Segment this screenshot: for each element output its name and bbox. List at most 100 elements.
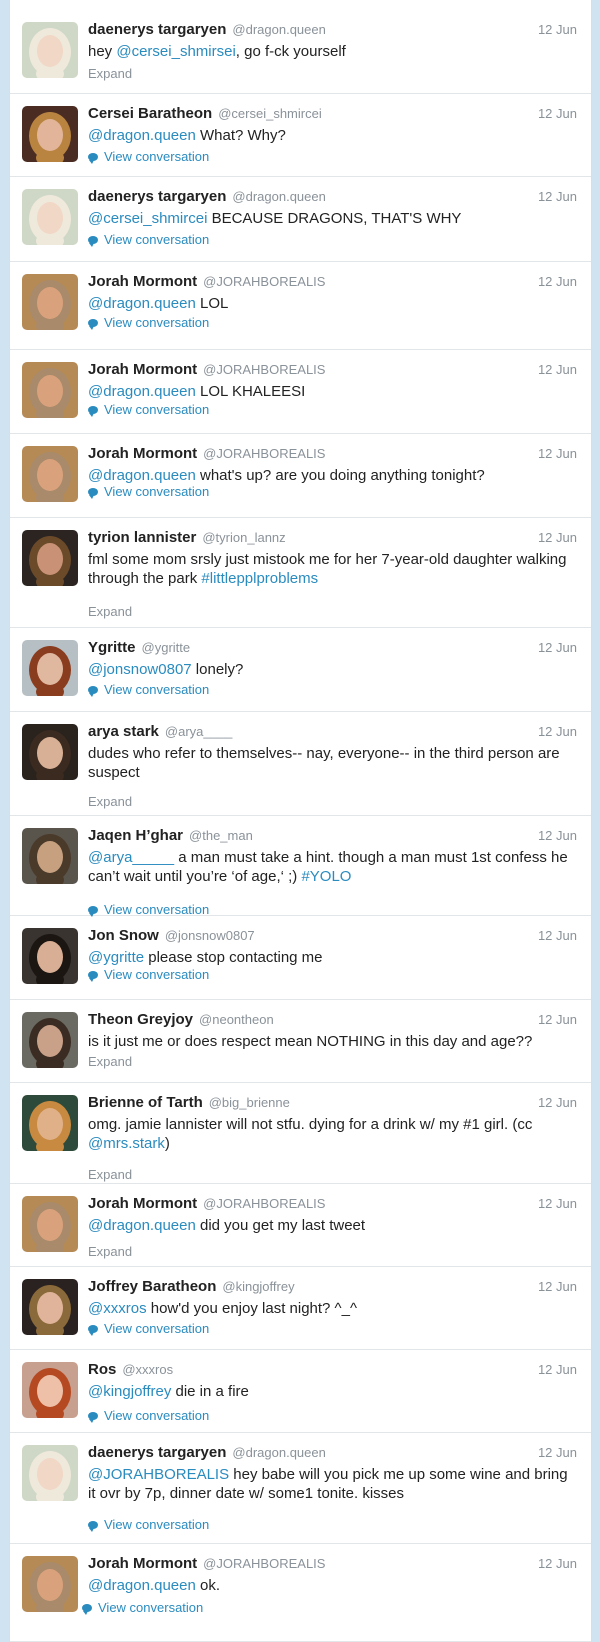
view-conversation-link[interactable]: View conversation [88,682,209,697]
avatar[interactable] [22,1012,78,1068]
avatar[interactable] [22,928,78,984]
timestamp[interactable]: 12 Jun [538,1012,577,1027]
mention-link[interactable]: @dragon.queen [88,383,196,400]
timestamp[interactable]: 12 Jun [538,362,577,377]
user-name[interactable]: daenerys targaryen [88,21,226,38]
user-handle[interactable]: @JORAHBOREALIS [203,446,325,461]
timestamp[interactable]: 12 Jun [538,724,577,739]
avatar[interactable] [22,362,78,418]
avatar[interactable] [22,1556,78,1612]
user-name[interactable]: Jorah Mormont [88,361,197,378]
timestamp[interactable]: 12 Jun [538,1196,577,1211]
user-name[interactable]: daenerys targaryen [88,1444,226,1461]
avatar[interactable] [22,106,78,162]
user-name[interactable]: Jorah Mormont [88,445,197,462]
mention-link[interactable]: #YOLO [301,868,351,885]
user-name[interactable]: Brienne of Tarth [88,1094,203,1111]
view-conversation-link[interactable]: View conversation [88,1408,209,1423]
avatar[interactable] [22,1362,78,1418]
mention-link[interactable]: @cersei_shmircei [88,210,207,227]
avatar[interactable] [22,1095,78,1151]
avatar[interactable] [22,274,78,330]
user-handle[interactable]: @JORAHBOREALIS [203,362,325,377]
view-conversation-link[interactable]: View conversation [88,1321,209,1336]
avatar[interactable] [22,189,78,245]
timestamp[interactable]: 12 Jun [538,928,577,943]
user-name[interactable]: arya stark [88,723,159,740]
user-name[interactable]: Jon Snow [88,927,159,944]
user-handle[interactable]: @dragon.queen [232,1445,325,1460]
mention-link[interactable]: @jonsnow0807 [88,661,192,678]
expand-link[interactable]: Expand [88,794,132,809]
mention-link[interactable]: #littlepplproblems [201,570,318,587]
user-name[interactable]: daenerys targaryen [88,188,226,205]
mention-link[interactable]: @dragon.queen [88,1577,196,1594]
timestamp[interactable]: 12 Jun [538,446,577,461]
mention-link[interactable]: @mrs.stark [88,1135,165,1152]
user-name[interactable]: Ros [88,1361,116,1378]
expand-link[interactable]: Expand [88,1167,132,1182]
avatar[interactable] [22,530,78,586]
avatar[interactable] [22,828,78,884]
avatar[interactable] [22,1445,78,1501]
user-handle[interactable]: @neontheon [199,1012,274,1027]
view-conversation-link[interactable]: View conversation [88,1517,209,1532]
mention-link[interactable]: @xxxros [88,1300,147,1317]
user-handle[interactable]: @dragon.queen [232,22,325,37]
avatar[interactable] [22,22,78,78]
user-handle[interactable]: @dragon.queen [232,189,325,204]
mention-link[interactable]: @dragon.queen [88,295,196,312]
timestamp[interactable]: 12 Jun [538,189,577,204]
view-conversation-link[interactable]: View conversation [88,402,209,417]
expand-link[interactable]: Expand [88,604,132,619]
user-handle[interactable]: @tyrion_lannz [202,530,285,545]
mention-link[interactable]: @dragon.queen [88,1217,196,1234]
mention-link[interactable]: @ygritte [88,949,144,966]
timestamp[interactable]: 12 Jun [538,22,577,37]
mention-link[interactable]: @arya_____ [88,849,174,866]
timestamp[interactable]: 12 Jun [538,640,577,655]
user-handle[interactable]: @JORAHBOREALIS [203,274,325,289]
user-handle[interactable]: @xxxros [122,1362,173,1377]
timestamp[interactable]: 12 Jun [538,1095,577,1110]
mention-link[interactable]: @JORAHBOREALIS [88,1466,229,1483]
avatar[interactable] [22,640,78,696]
user-handle[interactable]: @JORAHBOREALIS [203,1196,325,1211]
user-handle[interactable]: @cersei_shmircei [218,106,322,121]
user-handle[interactable]: @ygritte [142,640,191,655]
user-handle[interactable]: @jonsnow0807 [165,928,255,943]
user-name[interactable]: tyrion lannister [88,529,196,546]
user-handle[interactable]: @the_man [189,828,253,843]
user-handle[interactable]: @big_brienne [209,1095,290,1110]
view-conversation-link[interactable]: View conversation [88,232,209,247]
user-handle[interactable]: @JORAHBOREALIS [203,1556,325,1571]
avatar[interactable] [22,724,78,780]
expand-link[interactable]: Expand [88,66,132,81]
expand-link[interactable]: Expand [88,1054,132,1069]
timestamp[interactable]: 12 Jun [538,1445,577,1460]
expand-link[interactable]: Expand [88,1244,132,1259]
user-handle[interactable]: @kingjoffrey [222,1279,294,1294]
user-name[interactable]: Jaqen H’ghar [88,827,183,844]
user-name[interactable]: Jorah Mormont [88,1555,197,1572]
mention-link[interactable]: @dragon.queen [88,127,196,144]
timestamp[interactable]: 12 Jun [538,274,577,289]
avatar[interactable] [22,1196,78,1252]
view-conversation-link[interactable]: View conversation [82,1600,203,1615]
timestamp[interactable]: 12 Jun [538,1556,577,1571]
mention-link[interactable]: @cersei_shmirsei [116,43,235,60]
view-conversation-link[interactable]: View conversation [88,902,209,917]
view-conversation-link[interactable]: View conversation [88,149,209,164]
avatar[interactable] [22,1279,78,1335]
mention-link[interactable]: @dragon.queen [88,467,196,484]
user-name[interactable]: Jorah Mormont [88,1195,197,1212]
user-name[interactable]: Joffrey Baratheon [88,1278,216,1295]
timestamp[interactable]: 12 Jun [538,828,577,843]
view-conversation-link[interactable]: View conversation [88,484,209,499]
avatar[interactable] [22,446,78,502]
view-conversation-link[interactable]: View conversation [88,315,209,330]
user-name[interactable]: Ygritte [88,639,136,656]
timestamp[interactable]: 12 Jun [538,1362,577,1377]
timestamp[interactable]: 12 Jun [538,106,577,121]
timestamp[interactable]: 12 Jun [538,530,577,545]
